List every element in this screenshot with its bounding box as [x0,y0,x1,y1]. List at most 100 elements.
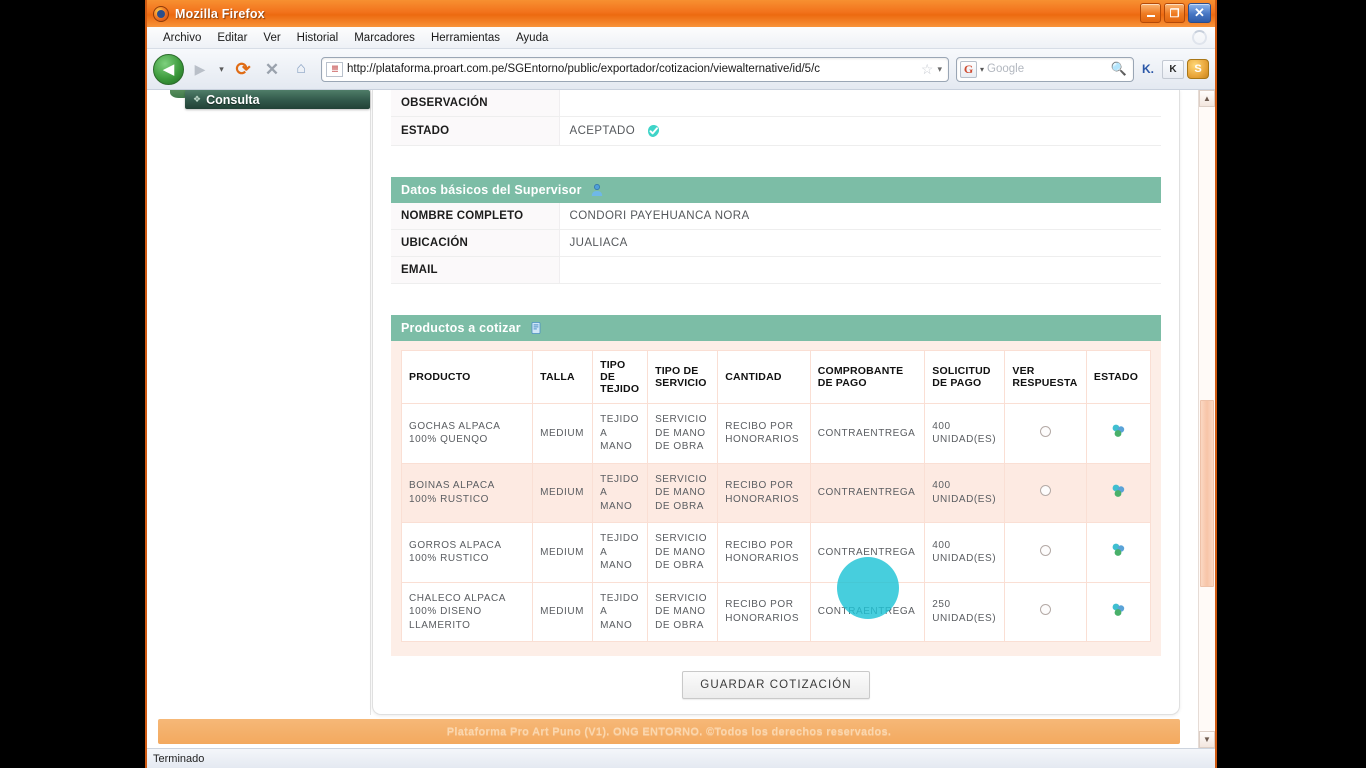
cell-tipo-tejido: TEJIDO A MANO [593,583,647,642]
radio-unselected-icon[interactable] [1040,545,1051,556]
navigation-toolbar: ◀ ▶ ▾ ⟳ ✕ ⌂ !!! http://plataforma.proart… [147,49,1215,90]
estado-text: ACEPTADO [570,125,636,137]
page-footer: Plataforma Pro Art Puno (V1). ONG ENTORN… [158,719,1180,744]
stop-button-icon[interactable]: ✕ [259,55,285,83]
cell-cantidad: RECIBO POR HONORARIOS [718,523,809,582]
cell-ver-respuesta[interactable] [1005,464,1086,523]
cell-talla: MEDIUM [533,464,592,523]
page-scrollbar[interactable]: ▲ ▼ [1198,90,1215,748]
table-header-row: PRODUCTO TALLA TIPO DE TEJIDO TIPO DE SE… [402,351,1150,403]
cell-comprobante: CONTRAENTREGA [811,464,925,523]
col-estado: ESTADO [1087,351,1150,403]
products-header-label: Productos a cotizar [401,321,521,335]
radio-unselected-icon[interactable] [1040,604,1051,615]
products-table: PRODUCTO TALLA TIPO DE TEJIDO TIPO DE SE… [401,350,1151,642]
row-label-estado: ESTADO [391,117,559,146]
url-bar[interactable]: !!! http://plataforma.proart.com.pe/SGEn… [321,57,949,82]
restore-button[interactable]: ❐ [1164,3,1185,23]
row-label-observacion: OBSERVACIÓN [391,90,559,117]
cell-talla: MEDIUM [533,404,592,463]
cell-estado[interactable] [1087,464,1150,523]
products-section-header: Productos a cotizar [391,315,1161,341]
supervisor-header-label: Datos básicos del Supervisor [401,183,582,197]
cell-estado[interactable] [1087,523,1150,582]
menu-bar: Archivo Editar Ver Historial Marcadores … [147,27,1215,49]
table-row: CHALECO ALPACA 100% DISENO LLAMERITO MED… [402,583,1150,642]
firefox-window: Mozilla Firefox ❐ ✕ Archivo Editar Ver H… [145,0,1217,768]
status-group-icon [1110,542,1127,558]
cell-cantidad: RECIBO POR HONORARIOS [718,464,809,523]
status-group-icon [1110,602,1127,618]
cell-tipo-tejido: TEJIDO A MANO [593,464,647,523]
row-label-email: EMAIL [391,257,559,284]
close-button[interactable]: ✕ [1188,3,1211,23]
cell-comprobante: CONTRAENTREGA [811,523,925,582]
scroll-down-icon[interactable]: ▼ [1199,731,1215,748]
row-label-nombre-completo: NOMBRE COMPLETO [391,203,559,230]
cell-talla: MEDIUM [533,583,592,642]
cell-estado[interactable] [1087,404,1150,463]
cell-producto: GOCHAS ALPACA 100% QUENQO [402,404,532,463]
extension-icon-2[interactable]: K [1162,60,1184,79]
menu-item-ver[interactable]: Ver [255,30,288,46]
cell-comprobante: CONTRAENTREGA [811,404,925,463]
history-dropdown-icon[interactable]: ▾ [216,64,227,75]
search-engine-dropdown-icon[interactable]: ▾ [980,65,984,74]
table-row: EMAIL [391,257,1161,284]
cell-ver-respuesta[interactable] [1005,523,1086,582]
search-icon[interactable]: 🔍 [1111,61,1130,77]
cell-talla: MEDIUM [533,523,592,582]
home-button-icon[interactable]: ⌂ [288,55,314,83]
radio-unselected-icon[interactable] [1040,485,1051,496]
row-value-email [559,257,1161,284]
cell-tipo-tejido: TEJIDO A MANO [593,523,647,582]
menu-item-ayuda[interactable]: Ayuda [508,30,556,46]
col-talla: TALLA [533,351,592,403]
sidebar: ❖ Consulta [158,90,371,715]
cell-producto: CHALECO ALPACA 100% DISENO LLAMERITO [402,583,532,642]
col-comprobante-de-pago: COMPROBANTE DE PAGO [811,351,925,403]
cell-tipo-servicio: SERVICIO DE MANO DE OBRA [648,523,717,582]
url-text[interactable]: http://plataforma.proart.com.pe/SGEntorn… [347,63,917,75]
google-engine-icon[interactable]: G [960,61,977,78]
menu-item-editar[interactable]: Editar [209,30,255,46]
row-value-estado: ACEPTADO [559,117,1161,146]
urlbar-dropdown-icon[interactable]: ▾ [937,64,944,75]
forward-button-icon[interactable]: ▶ [187,55,213,83]
menu-item-historial[interactable]: Historial [289,30,347,46]
bookmark-star-icon[interactable]: ☆ [921,61,934,78]
sidebar-item-consulta[interactable]: ❖ Consulta [185,90,370,109]
document-icon [529,321,543,335]
cell-ver-respuesta[interactable] [1005,404,1086,463]
col-producto: PRODUCTO [402,351,532,403]
search-bar[interactable]: G ▾ Google 🔍 [956,57,1134,82]
extension-icon-1[interactable]: K. [1137,57,1159,81]
scroll-up-icon[interactable]: ▲ [1199,90,1215,107]
menu-item-herramientas[interactable]: Herramientas [423,30,508,46]
cell-tipo-servicio: SERVICIO DE MANO DE OBRA [648,583,717,642]
radio-unselected-icon[interactable] [1040,426,1051,437]
status-bar: Terminado [147,748,1215,768]
cell-estado[interactable] [1087,583,1150,642]
back-button-icon[interactable]: ◀ [153,54,184,85]
scrollbar-track[interactable] [1199,107,1215,731]
title-bar: Mozilla Firefox ❐ ✕ [147,0,1215,27]
menu-item-marcadores[interactable]: Marcadores [346,30,423,46]
cell-tipo-tejido: TEJIDO A MANO [593,404,647,463]
col-cantidad: CANTIDAD [718,351,809,403]
menu-item-archivo[interactable]: Archivo [155,30,209,46]
table-row: OBSERVACIÓN [391,90,1161,117]
col-tipo-de-servicio: TIPO DE SERVICIO [648,351,717,403]
table-row: GOCHAS ALPACA 100% QUENQO MEDIUM TEJIDO … [402,404,1150,463]
cell-cantidad: RECIBO POR HONORARIOS [718,583,809,642]
throbber-icon [1192,30,1207,45]
search-input-placeholder[interactable]: Google [987,63,1108,75]
col-ver-respuesta: VER RESPUESTA [1005,351,1086,403]
reload-button-icon[interactable]: ⟳ [230,55,256,83]
scrollbar-thumb[interactable] [1200,400,1214,587]
guardar-cotizacion-button[interactable]: GUARDAR COTIZACIÓN [682,671,869,699]
col-solicitud-de-pago: SOLICITUD DE PAGO [925,351,1004,403]
minimize-button[interactable] [1140,3,1161,23]
cell-ver-respuesta[interactable] [1005,583,1086,642]
skype-extension-icon[interactable]: S [1187,59,1209,79]
